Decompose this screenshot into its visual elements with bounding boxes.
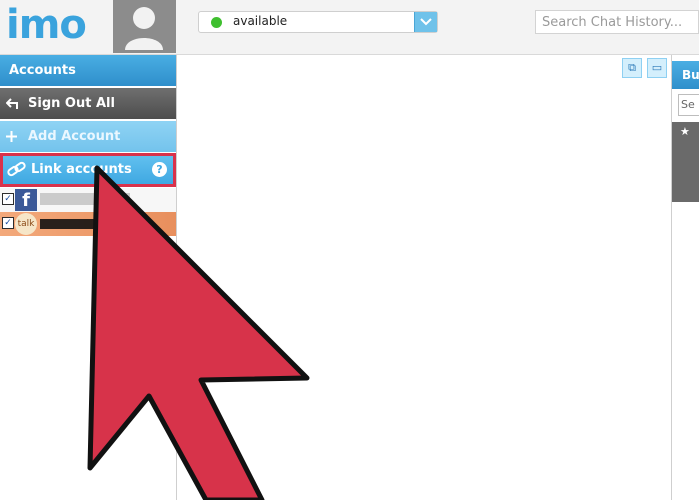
sign-out-all-button[interactable]: Sign Out All (0, 88, 176, 119)
add-account-button[interactable]: Add Account (0, 121, 176, 152)
user-icon (125, 7, 163, 50)
imo-logo: imo (6, 2, 87, 48)
account-row-talk[interactable]: ✓ talk (0, 212, 176, 236)
buddy-list-item[interactable] (672, 142, 699, 162)
account-checkbox[interactable]: ✓ (2, 217, 14, 229)
buddy-list-item[interactable] (672, 162, 699, 182)
redacted-account-name (40, 193, 130, 205)
chain-link-icon (7, 161, 26, 177)
talk-icon: talk (15, 213, 37, 235)
buddy-list-item[interactable] (672, 182, 699, 202)
status-dropdown[interactable]: available (198, 11, 438, 33)
status-label: available (233, 14, 288, 28)
chat-area: ⧉ ▭ (177, 55, 672, 500)
help-icon[interactable]: ? (152, 162, 167, 177)
accounts-header: Accounts (0, 55, 176, 86)
account-checkbox[interactable]: ✓ (2, 193, 14, 205)
search-chat-history-input[interactable] (535, 10, 699, 34)
top-bar: imo available (0, 0, 699, 55)
link-accounts-button[interactable]: Link accounts ? (0, 153, 176, 187)
account-row-facebook[interactable]: ✓ f (0, 188, 176, 212)
add-account-label: Add Account (28, 129, 121, 144)
accounts-title: Accounts (9, 63, 76, 78)
online-status-icon (211, 17, 222, 28)
buddy-list-item[interactable]: ★ (672, 122, 699, 142)
link-accounts-label: Link accounts (31, 162, 132, 177)
sign-out-all-label: Sign Out All (28, 96, 115, 111)
star-icon: ★ (680, 125, 690, 138)
facebook-icon: f (15, 189, 37, 211)
plus-icon (6, 131, 17, 142)
window-icon[interactable]: ▭ (647, 58, 667, 78)
dropdown-arrow-icon[interactable] (414, 12, 437, 32)
redacted-account-name (40, 219, 135, 229)
buddy-panel-header: Bu (672, 61, 699, 89)
accounts-sidebar: Accounts Sign Out All Add Account Link a… (0, 55, 177, 500)
buddy-search-input[interactable]: Se (678, 94, 699, 116)
popout-icon[interactable]: ⧉ (622, 58, 642, 78)
avatar[interactable] (113, 0, 176, 53)
buddy-panel: Bu Se ★ (672, 55, 699, 500)
back-arrow-icon (6, 98, 18, 109)
